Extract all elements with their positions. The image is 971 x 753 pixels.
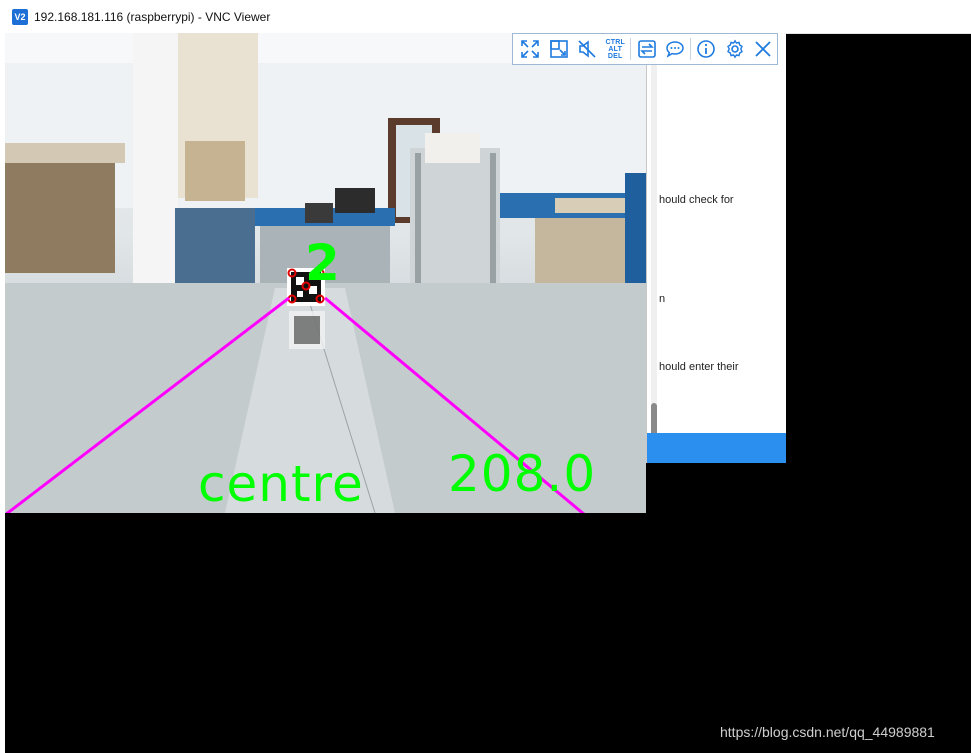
scale-button[interactable] (544, 35, 572, 63)
remote-window-text-line: n (659, 293, 666, 305)
fullscreen-button[interactable] (516, 35, 544, 63)
distance-value: 208.0 (448, 445, 597, 503)
camera-feed: 2 centre 208.0 (5, 33, 646, 513)
close-button[interactable] (749, 35, 777, 63)
window-titlebar[interactable]: V2 192.168.181.116 (raspberrypi) - VNC V… (0, 0, 971, 34)
ctrl-alt-del-button[interactable]: CTRL ALT DEL (601, 35, 629, 63)
remote-window-text-line: hould enter their (659, 361, 739, 373)
scale-window-icon (549, 40, 568, 58)
chat-bubble-icon (666, 41, 684, 58)
remote-window-blue-bar (647, 433, 786, 463)
ctrl-alt-del-icon: CTRL ALT DEL (605, 39, 624, 60)
cad-ctrl-text: CTRL (605, 38, 625, 46)
cad-del-text: DEL (607, 52, 623, 60)
transfer-arrows-icon (637, 40, 656, 58)
close-icon (755, 41, 771, 57)
vnc-viewer-screen: V2 192.168.181.116 (raspberrypi) - VNC V… (0, 0, 971, 753)
audio-button[interactable] (573, 35, 601, 63)
transfer-files-button[interactable] (632, 35, 660, 63)
toolbar-separator (630, 38, 632, 60)
toolbar-separator (690, 38, 692, 60)
watermark-url: https://blog.csdn.net/qq_44989881 (720, 724, 935, 740)
info-icon (697, 40, 716, 58)
remote-window-text-line: hould check for (659, 194, 734, 206)
vnc-toolbar: CTRL ALT DEL (512, 33, 778, 65)
expand-arrows-icon (521, 40, 539, 58)
speaker-muted-icon (578, 40, 596, 58)
position-label: centre (198, 455, 364, 513)
options-button[interactable] (720, 35, 748, 63)
window-title: 192.168.181.116 (raspberrypi) - VNC View… (34, 9, 271, 24)
gear-icon (726, 39, 743, 59)
chat-button[interactable] (661, 35, 689, 63)
info-button[interactable] (692, 35, 720, 63)
remote-background-window[interactable]: hould check for n hould enter their (646, 33, 786, 463)
vnc-app-icon: V2 (12, 8, 28, 25)
cad-alt-text: ALT (608, 45, 623, 53)
remote-window-scrollbar-track[interactable] (651, 65, 657, 445)
marker-id-label: 2 (305, 234, 341, 292)
